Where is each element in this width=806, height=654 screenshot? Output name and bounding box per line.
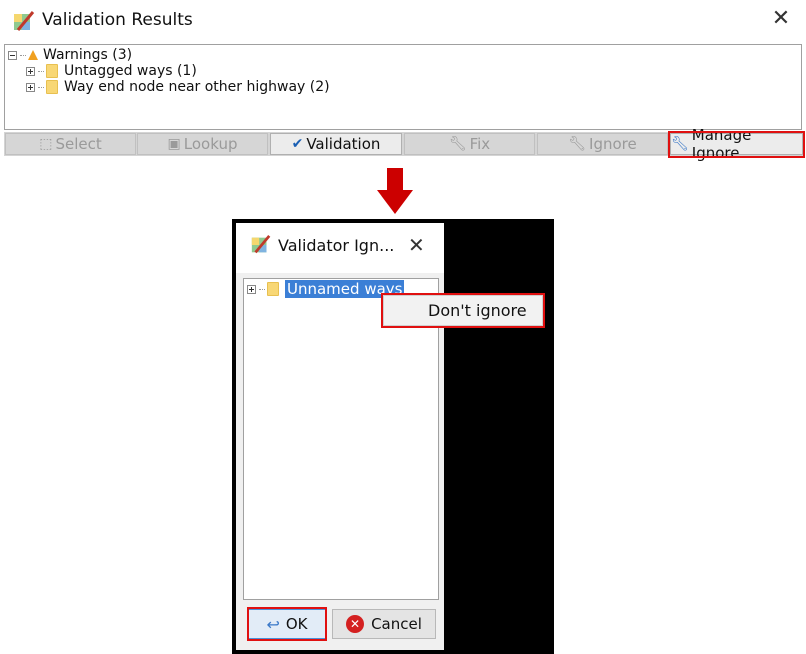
- wrench-icon: 🔧︎: [671, 136, 689, 152]
- expand-icon[interactable]: [26, 66, 35, 76]
- lookup-button[interactable]: ▣ Lookup: [137, 133, 268, 155]
- folder-icon: [46, 64, 58, 78]
- ignore-button[interactable]: 🔧︎ Ignore: [537, 133, 668, 155]
- down-arrow-icon: [377, 168, 413, 214]
- select-button[interactable]: ⬚ Select: [5, 133, 136, 155]
- expand-icon[interactable]: [247, 284, 256, 294]
- wrench-icon: 🔧︎: [448, 136, 467, 152]
- tree-node-way-end-node[interactable]: Way end node near other highway (2): [26, 79, 330, 95]
- dont-ignore-menu-item[interactable]: Don't ignore: [428, 301, 527, 320]
- tree-connector: [20, 54, 26, 56]
- wrench-icon: 🔧︎: [568, 136, 587, 152]
- close-icon[interactable]: ✕: [408, 234, 425, 256]
- validation-button[interactable]: ✔ Validation: [270, 133, 402, 155]
- josm-app-icon: [251, 234, 271, 254]
- tree-node-label: Untagged ways (1): [64, 63, 197, 79]
- warning-icon: [28, 50, 38, 60]
- dialog-title: Validator Ign...: [278, 236, 395, 255]
- tree-node-warnings[interactable]: Warnings (3): [8, 47, 132, 63]
- folder-icon: [267, 282, 279, 296]
- select-icon: ⬚: [39, 136, 53, 152]
- tree-node-label: Way end node near other highway (2): [64, 79, 330, 95]
- cancel-button[interactable]: ✕ Cancel: [332, 609, 436, 639]
- tree-node-label: Warnings (3): [43, 47, 133, 63]
- fix-button[interactable]: 🔧︎ Fix: [404, 133, 535, 155]
- collapse-icon[interactable]: [8, 50, 17, 60]
- manage-ignore-button[interactable]: 🔧︎ Manage Ignore: [670, 126, 803, 162]
- checkmark-icon: ✔: [291, 136, 304, 152]
- close-icon[interactable]: ✕: [770, 8, 792, 30]
- ignore-tree[interactable]: [243, 278, 439, 600]
- lookup-icon: ▣: [167, 136, 181, 152]
- window-title: Validation Results: [42, 10, 193, 30]
- tree-connector: [38, 86, 44, 88]
- return-arrow-icon: ↩: [266, 614, 280, 634]
- tree-node-untagged-ways[interactable]: Untagged ways (1): [26, 63, 197, 79]
- cancel-icon: ✕: [346, 615, 365, 633]
- folder-icon: [46, 80, 58, 94]
- tree-connector: [259, 288, 265, 290]
- josm-app-icon: [14, 11, 35, 31]
- context-menu: Don't ignore: [383, 295, 543, 326]
- expand-icon[interactable]: [26, 82, 35, 92]
- tree-node-unnamed-ways[interactable]: Unnamed ways: [247, 280, 405, 298]
- ok-button[interactable]: ↩ OK: [248, 609, 326, 639]
- tree-connector: [38, 70, 44, 72]
